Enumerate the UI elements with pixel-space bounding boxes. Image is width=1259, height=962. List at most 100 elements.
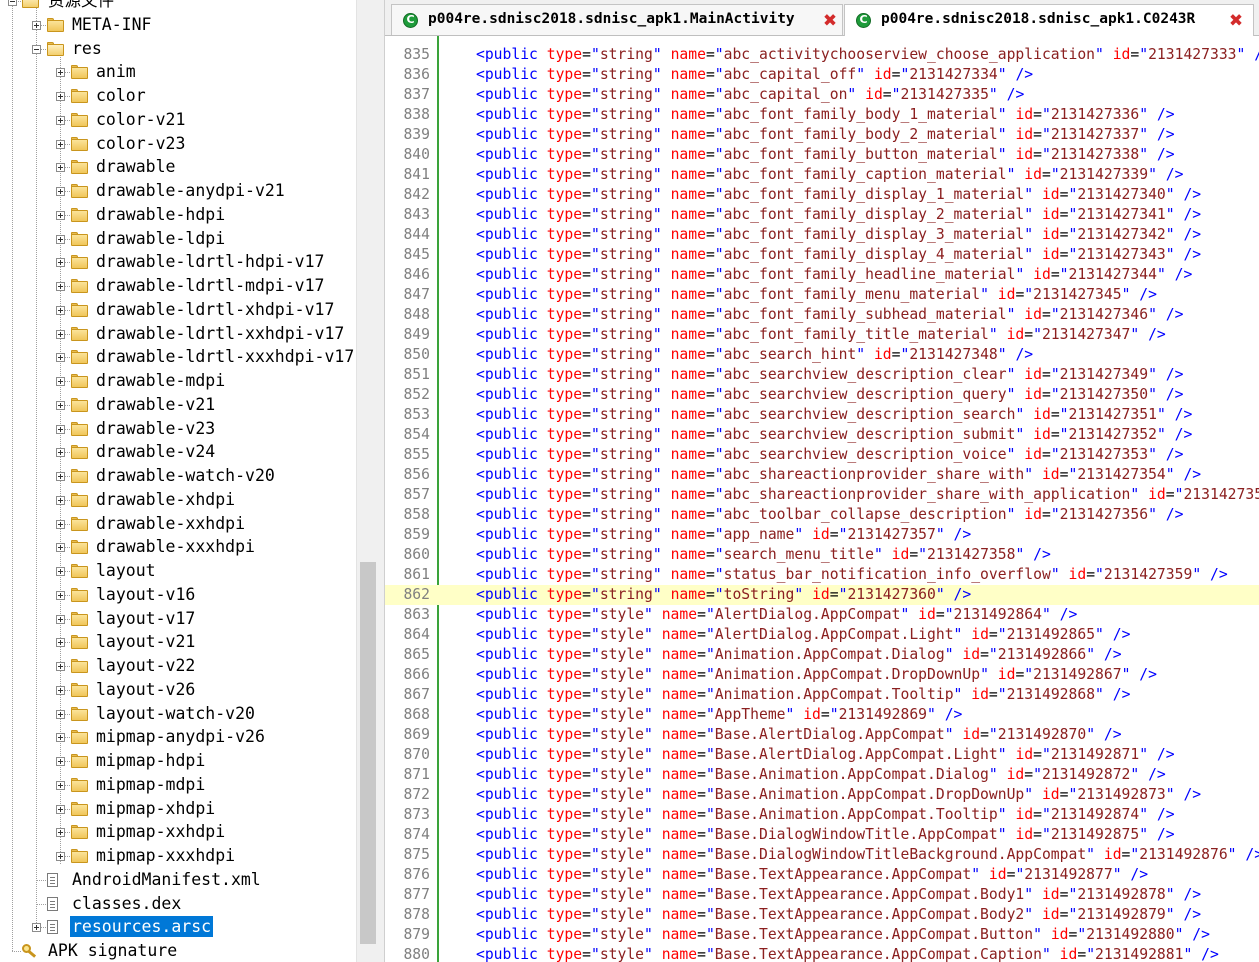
tree-item[interactable]: classes.dex <box>0 892 356 916</box>
code-line[interactable]: 862 <public type="string" name="toString"… <box>385 585 1259 605</box>
code-line[interactable]: 850 <public type="string" name="abc_searc… <box>385 345 1259 365</box>
tree-item[interactable]: layout-v17 <box>0 607 356 631</box>
tree-item[interactable]: drawable-xxxhdpi <box>0 535 356 559</box>
close-tab-icon[interactable]: ✖ <box>822 13 838 30</box>
tree-item[interactable]: res <box>0 37 356 61</box>
expand-icon[interactable] <box>56 614 65 624</box>
code-line[interactable]: 867 <public type="style" name="Animation.… <box>385 685 1259 705</box>
code-line[interactable]: 879 <public type="style" name="Base.TextA… <box>385 925 1259 945</box>
tree-item[interactable]: drawable-ldrtl-xxhdpi-v17 <box>0 322 356 346</box>
expand-icon[interactable] <box>56 685 65 695</box>
code-line[interactable]: 878 <public type="style" name="Base.TextA… <box>385 905 1259 925</box>
code-line[interactable]: 843 <public type="string" name="abc_font_… <box>385 205 1259 225</box>
code-line[interactable]: 866 <public type="style" name="Animation.… <box>385 665 1259 685</box>
expand-icon[interactable] <box>56 852 65 861</box>
code-line[interactable]: 854 <public type="string" name="abc_searc… <box>385 425 1259 445</box>
code-line[interactable]: 838 <public type="string" name="abc_font_… <box>385 105 1259 125</box>
tree-item[interactable]: color-v21 <box>0 108 356 132</box>
code-line[interactable]: 845 <public type="string" name="abc_font_… <box>385 245 1259 265</box>
expand-icon[interactable] <box>56 377 65 386</box>
expand-icon[interactable] <box>56 329 65 339</box>
tree-item[interactable]: layout-v21 <box>0 630 356 654</box>
tree-item[interactable]: META-INF <box>0 13 356 37</box>
tree-item[interactable]: resources.arsc <box>0 915 356 939</box>
code-line[interactable]: 846 <public type="string" name="abc_font_… <box>385 265 1259 285</box>
tree-item[interactable]: drawable-v23 <box>0 417 356 441</box>
expand-icon[interactable] <box>56 282 65 291</box>
tree-item[interactable]: mipmap-mdpi <box>0 773 356 797</box>
expand-icon[interactable] <box>56 804 65 814</box>
code-line[interactable]: 861 <public type="string" name="status_ba… <box>385 565 1259 585</box>
tree-item[interactable]: mipmap-hdpi <box>0 749 356 773</box>
expand-icon[interactable] <box>56 543 65 553</box>
code-line[interactable]: 844 <public type="string" name="abc_font_… <box>385 225 1259 245</box>
tree-item[interactable]: drawable-watch-v20 <box>0 464 356 488</box>
tree-item[interactable]: layout-v16 <box>0 583 356 607</box>
code-line[interactable]: 870 <public type="style" name="Base.Alert… <box>385 745 1259 765</box>
expand-icon[interactable] <box>56 780 65 790</box>
code-line[interactable]: 855 <public type="string" name="abc_searc… <box>385 445 1259 465</box>
code-line[interactable]: 872 <public type="style" name="Base.Anima… <box>385 785 1259 805</box>
tree-item[interactable]: mipmap-xxxhdpi <box>0 844 356 868</box>
code-line[interactable]: 859 <public type="string" name="app_name"… <box>385 525 1259 545</box>
code-line[interactable]: 877 <public type="style" name="Base.TextA… <box>385 885 1259 905</box>
tree-item[interactable]: drawable-ldpi <box>0 227 356 251</box>
code-line[interactable]: 858 <public type="string" name="abc_toolb… <box>385 505 1259 525</box>
code-line[interactable]: 857 <public type="string" name="abc_share… <box>385 485 1259 505</box>
collapse-icon[interactable] <box>8 0 17 6</box>
tree-item[interactable]: drawable <box>0 155 356 179</box>
tree-item[interactable]: layout-v26 <box>0 678 356 702</box>
code-line[interactable]: 851 <public type="string" name="abc_searc… <box>385 365 1259 385</box>
code-line[interactable]: 880 <public type="style" name="Base.TextA… <box>385 945 1259 962</box>
tree-item[interactable]: layout-v22 <box>0 654 356 678</box>
expand-icon[interactable] <box>56 567 65 576</box>
resource-tree[interactable]: 资源文件 META-INF res anim color color-v21 color-v… <box>0 0 356 962</box>
code-line[interactable]: 868 <public type="style" name="AppTheme" … <box>385 705 1259 725</box>
code-line[interactable]: 839 <public type="string" name="abc_font_… <box>385 125 1259 145</box>
expand-icon[interactable] <box>56 92 65 101</box>
code-line[interactable]: 849 <public type="string" name="abc_font_… <box>385 325 1259 345</box>
expand-icon[interactable] <box>56 472 65 481</box>
expand-icon[interactable] <box>56 163 65 173</box>
code-line[interactable]: 837 <public type="string" name="abc_capit… <box>385 85 1259 105</box>
tree-item[interactable]: mipmap-xhdpi <box>0 797 356 821</box>
expand-icon[interactable] <box>56 519 65 529</box>
code-line[interactable]: 876 <public type="style" name="Base.TextA… <box>385 865 1259 885</box>
expand-icon[interactable] <box>56 590 65 600</box>
expand-icon[interactable] <box>56 234 65 244</box>
expand-icon[interactable] <box>56 187 65 196</box>
tree-item[interactable]: drawable-ldrtl-mdpi-v17 <box>0 274 356 298</box>
tree-item[interactable]: mipmap-xxhdpi <box>0 820 356 844</box>
expand-icon[interactable] <box>56 733 65 743</box>
scrollbar-thumb[interactable] <box>360 562 376 944</box>
code-line[interactable]: 863 <public type="style" name="AlertDialo… <box>385 605 1259 625</box>
panel-splitter[interactable] <box>378 0 385 962</box>
code-line[interactable]: 852 <public type="string" name="abc_searc… <box>385 385 1259 405</box>
code-line[interactable]: 848 <public type="string" name="abc_font_… <box>385 305 1259 325</box>
expand-icon[interactable] <box>56 68 65 78</box>
tree-item[interactable]: color <box>0 84 356 108</box>
tree-item[interactable]: drawable-xxhdpi <box>0 512 356 536</box>
code-line[interactable]: 856 <public type="string" name="abc_share… <box>385 465 1259 485</box>
tree-item[interactable]: color-v23 <box>0 132 356 156</box>
tree-item[interactable]: layout-watch-v20 <box>0 702 356 726</box>
code-line[interactable]: 840 <public type="string" name="abc_font_… <box>385 145 1259 165</box>
code-line[interactable]: 875 <public type="style" name="Base.Dialo… <box>385 845 1259 865</box>
editor-tab[interactable]: Cp004re.sdnisc2018.sdnisc_apk1.C0243R ✖ <box>844 4 1254 36</box>
code-line[interactable]: 853 <public type="string" name="abc_searc… <box>385 405 1259 425</box>
expand-icon[interactable] <box>32 923 41 933</box>
tree-item[interactable]: AndroidManifest.xml <box>0 868 356 892</box>
expand-icon[interactable] <box>56 757 65 766</box>
expand-icon[interactable] <box>32 20 41 30</box>
expand-icon[interactable] <box>56 400 65 410</box>
code-line[interactable]: 869 <public type="style" name="Base.Alert… <box>385 725 1259 745</box>
code-line[interactable]: 873 <public type="style" name="Base.Anima… <box>385 805 1259 825</box>
code-editor[interactable]: 835 <public type="string" name="abc_activ… <box>385 36 1259 962</box>
tree-item[interactable]: drawable-ldrtl-xhdpi-v17 <box>0 298 356 322</box>
code-line[interactable]: 847 <public type="string" name="abc_font_… <box>385 285 1259 305</box>
expand-icon[interactable] <box>56 662 65 671</box>
tree-item[interactable]: 资源文件 <box>0 0 356 13</box>
code-line[interactable]: 842 <public type="string" name="abc_font_… <box>385 185 1259 205</box>
expand-icon[interactable] <box>56 495 65 505</box>
expand-icon[interactable] <box>56 115 65 125</box>
